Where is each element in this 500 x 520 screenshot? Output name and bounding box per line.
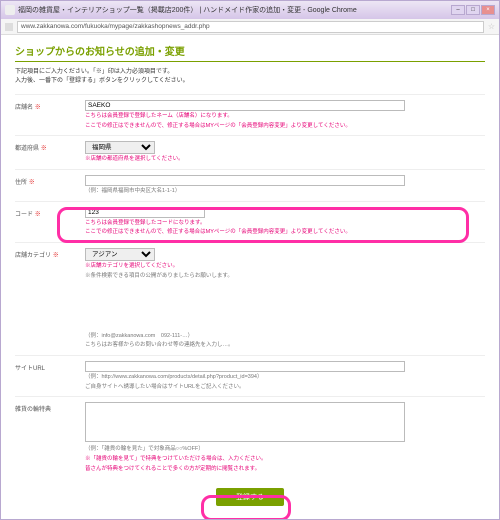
bonus-warn1: ※「雑貨の輪を見て」で特典をつけていただける場合は、入力ください。 (85, 456, 485, 464)
pref-warn: ※店舗の都道府県を選択してください。 (85, 156, 485, 164)
row-siteurl: サイトURL （例：http://www.zakkanowa.com/produ… (15, 355, 485, 396)
code-warn1: こちらは会員登録で登録したコードになります。 (85, 220, 485, 228)
address-bar[interactable]: www.zakkanowa.com/fukuoka/mypage/zakkash… (17, 21, 484, 33)
label-address: 住所 (15, 180, 27, 186)
siteurl-note: ご自身サイトへ誘導したい場合はサイトURLをご記入ください。 (85, 384, 485, 392)
close-button[interactable]: × (481, 5, 495, 15)
bonus-warn2: 皆さんが特典をつけてくれることで多くの方が定期的に閲覧されます。 (85, 466, 485, 474)
req-mark: ※ (35, 212, 41, 218)
label-siteurl: サイトURL (15, 366, 45, 372)
row-code: コード ※ こちらは会員登録で登録したコードになります。 ここでの修正はできませ… (15, 201, 485, 242)
row-pref: 都道府県 ※ 福岡県 ※店舗の都道府県を選択してください。 (15, 135, 485, 169)
maximize-button[interactable]: □ (466, 5, 480, 15)
shopname-warn1: こちらは会員登録で登録したネーム（店舗名）になります。 (85, 113, 485, 121)
address-hint: （例：福岡県福岡市中央区大名1-1-1） (85, 188, 485, 196)
intro-line2: 入力後、一番下の「登録する」ボタンをクリックしてください。 (15, 77, 485, 86)
bookmark-star-icon[interactable]: ☆ (488, 22, 495, 31)
label-shopname: 店舗名 (15, 105, 33, 111)
row-address: 住所 ※ （例：福岡県福岡市中央区大名1-1-1） (15, 169, 485, 201)
label-category: 店舗カテゴリ (15, 253, 51, 259)
intro-text: 下記項目にご入力ください。「※」印は入力必須項目です。 入力後、一番下の「登録す… (15, 68, 485, 86)
address-bar-row: www.zakkanowa.com/fukuoka/mypage/zakkash… (1, 19, 499, 35)
siteurl-input[interactable] (85, 361, 405, 372)
contact-note: こちらはお客様からのお問い合わせ等の連絡先を入力し…。 (85, 342, 485, 350)
page-title: ショップからのお知らせの追加・変更 (15, 43, 485, 62)
req-mark: ※ (29, 180, 35, 186)
favicon-icon (5, 23, 13, 31)
req-mark: ※ (41, 146, 47, 152)
pref-select[interactable]: 福岡県 (85, 141, 155, 154)
code-warn2: ここでの修正はできませんので、修正する場合はMYページの「会員登録内容変更」より… (85, 229, 485, 237)
shopname-warn2: ここでの修正はできませんので、修正する場合はMYページの「会員登録内容変更」より… (85, 123, 485, 131)
siteurl-hint: （例：http://www.zakkanowa.com/products/det… (85, 374, 485, 382)
window-title: 福岡の雑貨屋・インテリアショップ一覧（掲載店200件） | ハンドメイド作家の追… (18, 5, 451, 15)
label-pref: 都道府県 (15, 146, 39, 152)
bonus-hint: （例：「雑貨の輪を見た」で対象商品○○%OFF） (85, 446, 485, 454)
shopname-input[interactable] (85, 100, 405, 111)
row-contact: （例：info@zakkanowa.com 092-111-…） こちらはお客様… (15, 326, 485, 355)
minimize-button[interactable]: – (451, 5, 465, 15)
app-icon (5, 5, 15, 15)
req-mark: ※ (35, 105, 41, 111)
row-category: 店舗カテゴリ ※ アジアン ※店舗カテゴリを選択してください。 ※条件検索できる… (15, 242, 485, 285)
category-select[interactable]: アジアン (85, 248, 155, 261)
req-mark: ※ (53, 253, 59, 259)
label-bonus: 雑貨の輪特典 (15, 407, 51, 413)
intro-line1: 下記項目にご入力ください。「※」印は入力必須項目です。 (15, 68, 485, 77)
row-shopname: 店舗名 ※ こちらは会員登録で登録したネーム（店舗名）になります。 ここでの修正… (15, 94, 485, 135)
category-hint: ※条件検索できる項目の公開がありましたらお願いします。 (85, 273, 485, 281)
label-code: コード (15, 212, 33, 218)
row-bonus: 雑貨の輪特典 （例：「雑貨の輪を見た」で対象商品○○%OFF） ※「雑貨の輪を見… (15, 396, 485, 478)
code-input[interactable] (85, 207, 205, 218)
bonus-textarea[interactable] (85, 402, 405, 442)
contact-hint: （例：info@zakkanowa.com 092-111-…） (85, 333, 485, 341)
category-warn: ※店舗カテゴリを選択してください。 (85, 263, 485, 271)
submit-button[interactable]: 登録する (216, 488, 284, 506)
window-title-bar: 福岡の雑貨屋・インテリアショップ一覧（掲載店200件） | ハンドメイド作家の追… (1, 1, 499, 19)
address-input[interactable] (85, 175, 405, 186)
